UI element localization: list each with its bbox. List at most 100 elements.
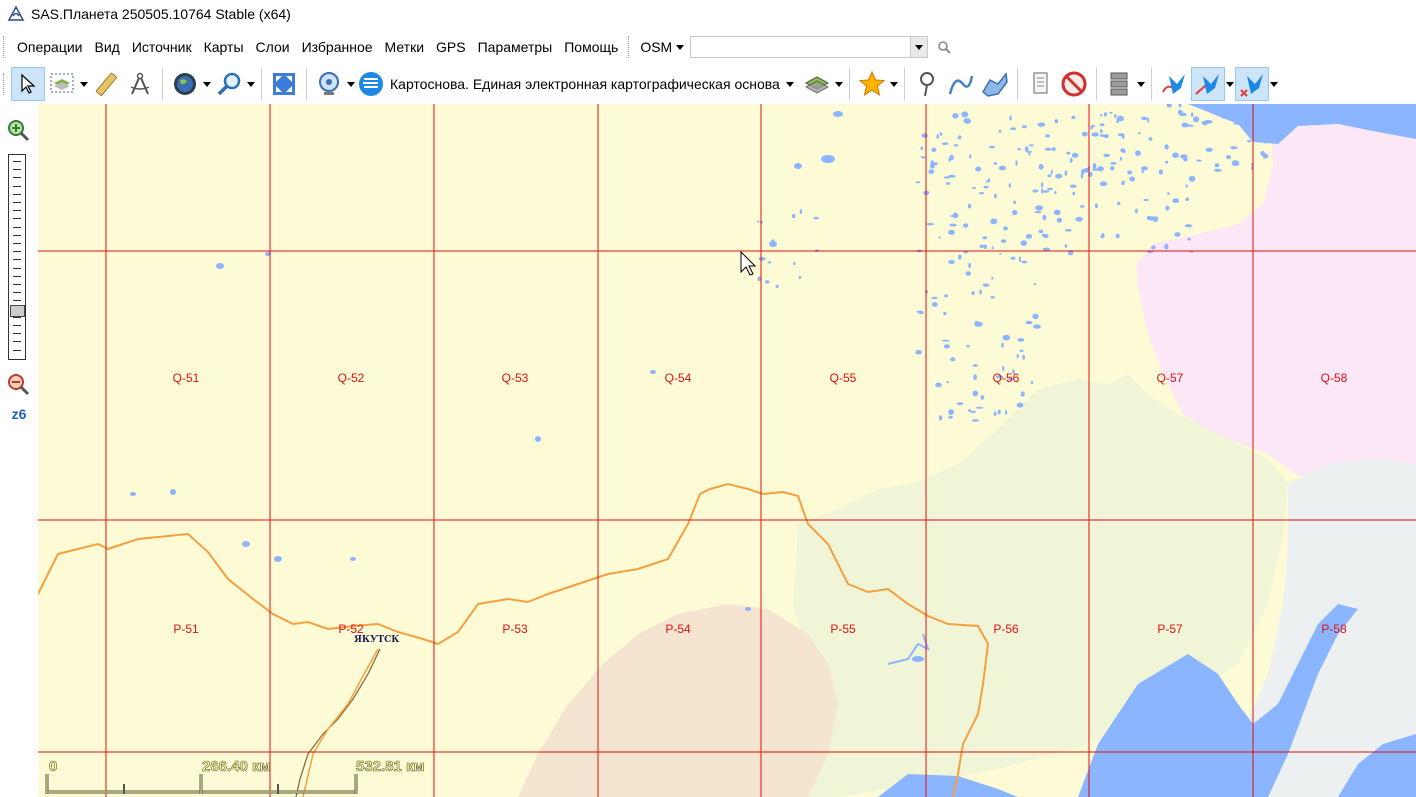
- cache-button[interactable]: [1102, 67, 1136, 101]
- zoom-slider[interactable]: [8, 154, 26, 360]
- zoom-slider-thumb[interactable]: [10, 304, 25, 317]
- menu-source[interactable]: Источник: [126, 33, 198, 61]
- menu-help[interactable]: Помощь: [558, 33, 624, 61]
- zoom-tick: [13, 161, 21, 162]
- add-polygon-button[interactable]: [978, 67, 1012, 101]
- map-source-selector[interactable]: Картоснова. Единая электронная картограф…: [358, 71, 794, 97]
- lake: [1033, 324, 1041, 329]
- menu-layers[interactable]: Слои: [250, 33, 296, 61]
- lake: [1032, 313, 1039, 320]
- sheet-label: Q-57: [1157, 371, 1184, 385]
- search-button[interactable]: [934, 37, 954, 57]
- osm-search-provider[interactable]: OSM: [640, 39, 685, 55]
- lake: [764, 280, 770, 284]
- select-region-dropdown[interactable]: [79, 67, 89, 101]
- lake: [1134, 208, 1138, 214]
- lake: [1151, 245, 1156, 250]
- lake: [975, 166, 982, 172]
- lake: [1020, 391, 1025, 397]
- menu-favorites[interactable]: Избранное: [296, 33, 379, 61]
- lake: [1064, 244, 1068, 248]
- lake: [928, 169, 935, 174]
- note-icon: [1033, 72, 1048, 94]
- zoom-tick: [13, 259, 21, 261]
- gps-track-button[interactable]: [1157, 67, 1191, 101]
- search-input[interactable]: [691, 37, 911, 57]
- add-placemark-button[interactable]: [910, 67, 944, 101]
- toolbar-separator: [261, 68, 262, 100]
- toolbar-grip[interactable]: [3, 73, 7, 95]
- lake: [970, 410, 977, 413]
- scale-end-label: 532.81 км: [356, 758, 425, 775]
- favorites-button[interactable]: [855, 67, 889, 101]
- lake: [969, 154, 972, 159]
- gps-connect-dropdown[interactable]: [346, 67, 356, 101]
- lake: [1056, 217, 1063, 223]
- lake: [1066, 151, 1071, 155]
- gps-track-dropdown[interactable]: [1225, 67, 1235, 101]
- gps-center-button[interactable]: [1234, 67, 1269, 101]
- cursor-button[interactable]: [11, 67, 45, 101]
- chevron-down-icon: [1136, 81, 1145, 87]
- lake: [979, 289, 982, 295]
- menu-parameters[interactable]: Параметры: [472, 33, 559, 61]
- lake: [980, 395, 985, 400]
- lake: [1071, 115, 1076, 120]
- layers-button[interactable]: [800, 67, 834, 101]
- zoom-button[interactable]: [212, 67, 246, 101]
- lake: [1141, 170, 1144, 174]
- select-region-button[interactable]: [45, 67, 79, 101]
- map-canvas[interactable]: Q-51 Q-52 Q-53 Q-54 Q-55 Q-56 Q-57 Q-58 P-51 P-52…: [38, 104, 1416, 797]
- map-view[interactable]: Q-51 Q-52 Q-53 Q-54 Q-55 Q-56 Q-57 Q-58 P-51 P-52…: [38, 104, 1416, 797]
- zoom-dropdown[interactable]: [246, 67, 256, 101]
- menu-operations[interactable]: Операции: [11, 33, 89, 61]
- search-combo[interactable]: [690, 36, 929, 58]
- lake: [983, 185, 989, 189]
- hide-marks-button[interactable]: [1057, 67, 1091, 101]
- ruler-button[interactable]: [89, 67, 123, 101]
- marks-list-button[interactable]: [1023, 67, 1057, 101]
- lake: [1185, 184, 1188, 188]
- lake: [1064, 170, 1068, 176]
- zoom-out-icon[interactable]: [6, 372, 30, 396]
- gps-track-active-button[interactable]: [1190, 67, 1225, 101]
- lake: [1072, 191, 1076, 196]
- menu-marks[interactable]: Метки: [379, 33, 431, 61]
- menu-view[interactable]: Вид: [89, 33, 126, 61]
- lake: [813, 216, 819, 220]
- zoom-tick: [13, 292, 21, 294]
- menu-gps[interactable]: GPS: [430, 33, 472, 61]
- compass-button[interactable]: [123, 67, 157, 101]
- gps-connect-button[interactable]: [312, 67, 346, 101]
- lake: [1054, 191, 1057, 194]
- lake: [931, 296, 938, 300]
- menu-maps[interactable]: Карты: [198, 33, 250, 61]
- lake: [1010, 256, 1016, 260]
- menu-bar: Операции Вид Источник Карты Слои Избранн…: [0, 33, 1416, 61]
- favorites-dropdown[interactable]: [889, 67, 899, 101]
- search-grip[interactable]: [628, 36, 632, 58]
- chevron-down-icon: [889, 81, 898, 87]
- search-dropdown-button[interactable]: [910, 37, 928, 57]
- city-label: ЯКУТСК: [354, 635, 400, 645]
- cache-dropdown[interactable]: [1136, 67, 1146, 101]
- toolbar-separator: [903, 68, 905, 100]
- layers-dropdown[interactable]: [834, 67, 844, 101]
- globe-dropdown[interactable]: [202, 67, 212, 101]
- lake: [1185, 197, 1190, 201]
- gps-center-dropdown[interactable]: [1269, 67, 1279, 101]
- fullscreen-button[interactable]: [267, 67, 301, 101]
- zoom-tick: [13, 185, 21, 187]
- menu-grip[interactable]: [3, 36, 7, 58]
- lake: [1116, 201, 1121, 206]
- lake: [997, 409, 1001, 415]
- zoom-in-icon[interactable]: [6, 118, 30, 142]
- lake: [978, 192, 985, 195]
- lake: [938, 236, 941, 239]
- lake: [1214, 168, 1222, 172]
- scale-bar: 0 266.40 км 532.81 км: [45, 758, 425, 794]
- add-path-button[interactable]: [944, 67, 978, 101]
- lake: [1119, 156, 1123, 161]
- lake: [1188, 175, 1196, 182]
- globe-button[interactable]: [168, 67, 202, 101]
